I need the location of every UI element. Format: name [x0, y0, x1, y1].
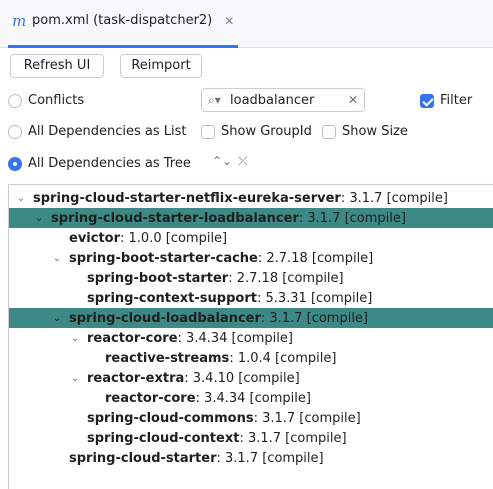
artifact-name: spring-cloud-loadbalancer — [69, 310, 261, 326]
tree-row[interactable]: ⌄ spring-boot-starter-cache : 2.7.18 [com… — [9, 248, 493, 268]
tree-row[interactable]: ⌄ spring-cloud-starter-netflix-eureka-ser… — [9, 188, 493, 208]
dependency-tree[interactable]: ⌄ spring-cloud-starter-netflix-eureka-ser… — [8, 184, 493, 489]
artifact-name: reactor-core — [87, 330, 178, 346]
artifact-version: : 2.7.18 [compile] — [257, 250, 374, 266]
tree-row[interactable]: spring-cloud-starter : 3.1.7 [compile] — [9, 448, 493, 468]
artifact-version: : 3.4.10 [compile] — [184, 370, 300, 386]
maven-icon: m — [12, 12, 27, 30]
artifact-version: : 2.7.18 [compile] — [228, 270, 344, 286]
artifact-version: : 3.1.7 [compile] — [253, 410, 361, 426]
chevron-down-icon[interactable]: ⌄ — [51, 253, 63, 264]
search-input[interactable] — [230, 92, 340, 108]
tree-row[interactable]: ⌄ reactor-extra : 3.4.10 [compile] — [9, 368, 493, 388]
show-groupid-label: Show GroupId — [221, 124, 312, 139]
tab-title: pom.xml (task-dispatcher2) — [32, 13, 213, 28]
tree-row[interactable]: reactive-streams : 1.0.4 [compile] — [9, 348, 493, 368]
all-dependencies-tree-radio[interactable]: All Dependencies as Tree — [8, 156, 191, 171]
artifact-name: spring-context-support — [87, 290, 257, 306]
tree-row[interactable]: reactor-core : 3.4.34 [compile] — [9, 388, 493, 408]
artifact-version: : 3.1.7 [compile] — [340, 190, 448, 206]
artifact-name: reactive-streams — [105, 350, 230, 366]
filter-label: Filter — [440, 93, 473, 108]
artifact-version: : 5.3.31 [compile] — [256, 290, 373, 306]
checkbox-indicator — [420, 93, 434, 108]
list-label: All Dependencies as List — [28, 124, 187, 139]
tree-row[interactable]: evictor : 1.0.0 [compile] — [9, 228, 493, 248]
artifact-version: : 1.0.0 [compile] — [120, 230, 228, 246]
expand-all-icon[interactable]: ⌃⌄ — [212, 154, 232, 168]
artifact-version: : 1.0.4 [compile] — [229, 350, 337, 366]
refresh-ui-button[interactable]: Refresh UI — [10, 54, 104, 78]
artifact-name: spring-cloud-commons — [87, 410, 254, 426]
tree-row[interactable]: ⌄ spring-cloud-loadbalancer : 3.1.7 [comp… — [9, 308, 493, 328]
show-size-checkbox[interactable]: Show Size — [322, 124, 408, 139]
chevron-down-icon[interactable]: ⌄ — [69, 373, 81, 384]
filter-checkbox[interactable]: Filter — [420, 93, 472, 108]
chevron-down-icon[interactable]: ⌄ — [69, 333, 81, 344]
tree-row[interactable]: spring-cloud-commons : 3.1.7 [compile] — [9, 408, 493, 428]
active-tab-indicator — [8, 45, 239, 48]
artifact-name: spring-cloud-starter-netflix-eureka-serv… — [33, 190, 341, 206]
artifact-name: evictor — [69, 230, 121, 246]
artifact-version: : 3.4.34 [compile] — [177, 330, 293, 346]
artifact-name: spring-boot-starter — [87, 270, 229, 286]
tree-row[interactable]: spring-boot-starter : 2.7.18 [compile] — [9, 268, 493, 288]
radio-indicator — [8, 93, 22, 108]
artifact-version: : 3.1.7 [compile] — [260, 310, 368, 326]
chevron-down-icon[interactable]: ⌄ — [15, 193, 27, 204]
artifact-version: : 3.1.7 [compile] — [239, 430, 347, 446]
tree-row[interactable]: ⌄ reactor-core : 3.4.34 [compile] — [9, 328, 493, 348]
tree-row[interactable]: spring-context-support : 5.3.31 [compile… — [9, 288, 493, 308]
conflicts-radio[interactable]: Conflicts — [8, 93, 84, 108]
search-field[interactable]: ⌕▾ ✕ — [201, 88, 365, 112]
artifact-version: : 3.4.34 [compile] — [195, 390, 311, 406]
artifact-version: : 3.1.7 [compile] — [216, 450, 324, 466]
artifact-name: spring-cloud-starter-loadbalancer — [51, 210, 299, 226]
search-icon[interactable]: ⌕▾ — [208, 93, 230, 108]
editor-tab-bar: m pom.xml (task-dispatcher2) ✕ — [0, 0, 493, 48]
tree-row[interactable]: spring-cloud-context : 3.1.7 [compile] — [9, 428, 493, 448]
checkbox-indicator — [201, 124, 215, 139]
show-groupid-checkbox[interactable]: Show GroupId — [201, 124, 312, 139]
artifact-name: spring-cloud-context — [87, 430, 240, 446]
show-size-label: Show Size — [342, 124, 408, 139]
artifact-name: reactor-extra — [87, 370, 185, 386]
checkbox-indicator — [322, 124, 336, 139]
artifact-name: spring-boot-starter-cache — [69, 250, 258, 266]
tree-label: All Dependencies as Tree — [28, 156, 191, 171]
conflicts-label: Conflicts — [28, 93, 85, 108]
artifact-name: spring-cloud-starter — [69, 450, 217, 466]
radio-indicator — [8, 124, 22, 139]
collapse-all-icon[interactable]: ⤫ — [238, 154, 248, 169]
all-dependencies-list-radio[interactable]: All Dependencies as List — [8, 124, 187, 139]
tab-pom-xml[interactable]: m pom.xml (task-dispatcher2) ✕ — [8, 12, 239, 48]
tree-row[interactable]: ⌄ spring-cloud-starter-loadbalancer : 3.1… — [9, 208, 493, 228]
reimport-button[interactable]: Reimport — [120, 54, 202, 78]
close-icon[interactable]: ✕ — [224, 12, 234, 30]
clear-search-icon[interactable]: ✕ — [348, 93, 358, 107]
chevron-down-icon[interactable]: ⌄ — [51, 313, 63, 324]
artifact-name: reactor-core — [105, 390, 196, 406]
chevron-down-icon[interactable]: ⌄ — [33, 213, 45, 224]
radio-indicator — [8, 156, 22, 171]
artifact-version: : 3.1.7 [compile] — [298, 210, 406, 226]
